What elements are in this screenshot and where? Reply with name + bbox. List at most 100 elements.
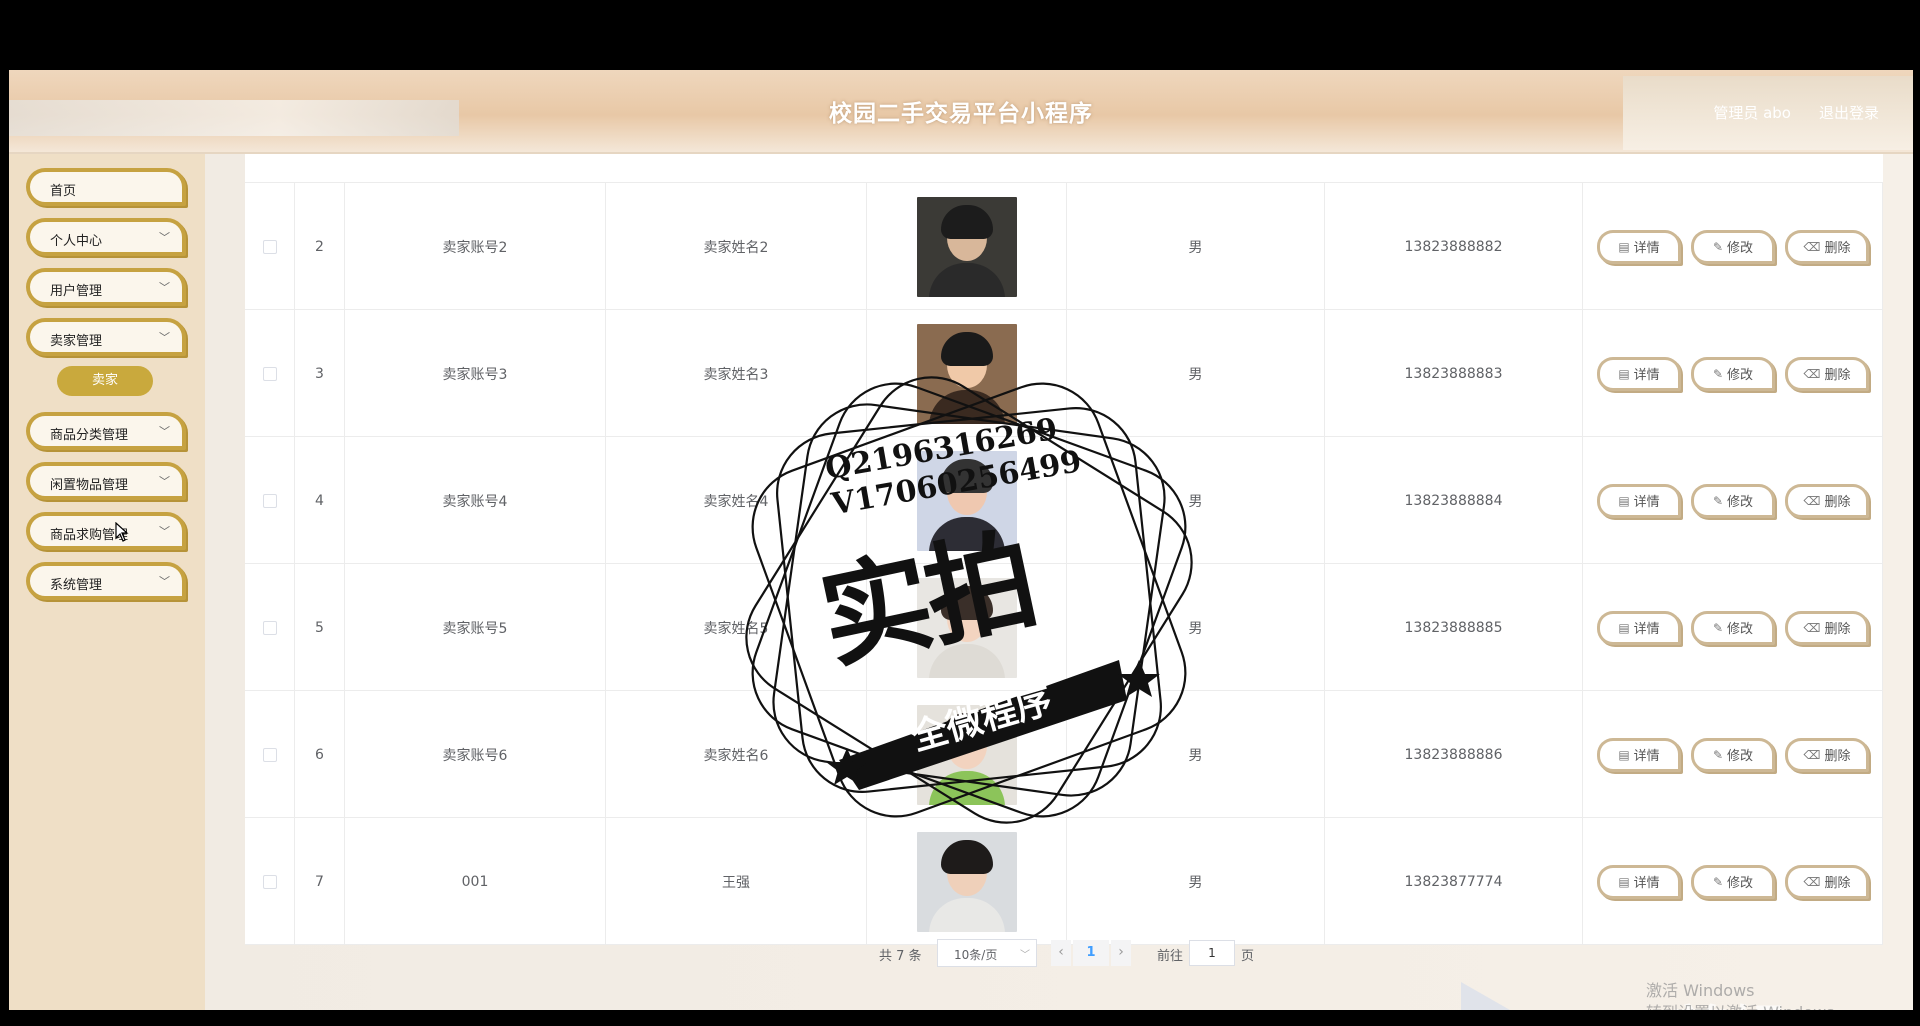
pagination: 共 7 条 10条/页 ﹀ ‹ 1 › 前往 1 页 bbox=[9, 938, 1913, 968]
delete-button-label: 删除 bbox=[1824, 495, 1851, 510]
edit-button[interactable]: ✎ 修改 bbox=[1691, 737, 1775, 772]
delete-button-label: 删除 bbox=[1824, 876, 1851, 891]
sidebar-item-seller-management[interactable]: 卖家管理 ﹀ bbox=[26, 318, 186, 356]
next-page-button[interactable]: › bbox=[1111, 940, 1131, 966]
delete-button[interactable]: ⌫ 删除 bbox=[1785, 356, 1869, 391]
row-checkbox[interactable] bbox=[262, 366, 277, 381]
delete-button[interactable]: ⌫ 删除 bbox=[1785, 610, 1869, 645]
sidebar-item-user-management[interactable]: 用户管理 ﹀ bbox=[26, 268, 186, 306]
edit-button[interactable]: ✎ 修改 bbox=[1691, 356, 1775, 391]
cell-account: 卖家账号4 bbox=[345, 437, 606, 564]
row-checkbox[interactable] bbox=[262, 493, 277, 508]
sidebar-subitem-seller[interactable]: 卖家 bbox=[57, 366, 153, 396]
sidebar-item-idle-goods-management[interactable]: 闲置物品管理 ﹀ bbox=[26, 462, 186, 500]
prev-page-button[interactable]: ‹ bbox=[1051, 940, 1071, 966]
mouse-cursor-icon bbox=[115, 522, 129, 542]
detail-button-label: 详情 bbox=[1633, 876, 1660, 891]
cell-actions: ▤ 详情 ✎ 修改 ⌫ 删除 bbox=[1583, 310, 1883, 437]
edit-button[interactable]: ✎ 修改 bbox=[1691, 483, 1775, 518]
sidebar-item-label: 个人中心 bbox=[50, 234, 103, 249]
delete-button[interactable]: ⌫ 删除 bbox=[1785, 737, 1869, 772]
chevron-down-icon: ﹀ bbox=[159, 331, 170, 344]
current-user: 管理员 abo bbox=[1713, 104, 1791, 122]
sidebar-item-purchase-request-management[interactable]: 商品求购管理 ﹀ bbox=[26, 512, 186, 550]
row-checkbox[interactable] bbox=[262, 239, 277, 254]
sidebar-item-system-management[interactable]: 系统管理 ﹀ bbox=[26, 562, 186, 600]
detail-button[interactable]: ▤ 详情 bbox=[1597, 483, 1681, 518]
row-checkbox[interactable] bbox=[262, 620, 277, 635]
pagination-total: 共 7 条 bbox=[879, 949, 922, 964]
cell-select bbox=[245, 437, 295, 564]
sidebar-item-personal-center[interactable]: 个人中心 ﹀ bbox=[26, 218, 186, 256]
edit-button-label: 修改 bbox=[1727, 368, 1754, 383]
cell-phone: 13823877774 bbox=[1325, 818, 1583, 945]
goto-label: 前往 bbox=[1157, 949, 1184, 964]
trash-icon: ⌫ bbox=[1803, 620, 1821, 635]
trash-icon: ⌫ bbox=[1803, 366, 1821, 381]
table-row: 2 卖家账号2 卖家姓名2 男 13823888882 ▤ 详情 ✎ 修改 ⌫ 删除 bbox=[245, 183, 1883, 310]
logout-button[interactable]: 退出登录 bbox=[1819, 102, 1879, 123]
delete-button-label: 删除 bbox=[1824, 622, 1851, 637]
delete-button[interactable]: ⌫ 删除 bbox=[1785, 229, 1869, 264]
cell-index: 7 bbox=[295, 818, 345, 945]
chevron-down-icon: ﹀ bbox=[159, 231, 170, 244]
document-icon: ▤ bbox=[1618, 493, 1630, 508]
seller-photo bbox=[916, 196, 1017, 297]
app-title: 校园二手交易平台小程序 bbox=[829, 101, 1093, 127]
delete-button-label: 删除 bbox=[1824, 749, 1851, 764]
detail-button[interactable]: ▤ 详情 bbox=[1597, 229, 1681, 264]
edit-button-label: 修改 bbox=[1727, 622, 1754, 637]
page-size-select[interactable]: 10条/页 ﹀ bbox=[937, 939, 1037, 967]
sidebar-item-category-management[interactable]: 商品分类管理 ﹀ bbox=[26, 412, 186, 450]
detail-button-label: 详情 bbox=[1633, 622, 1660, 637]
edit-button-label: 修改 bbox=[1727, 876, 1754, 891]
detail-button[interactable]: ▤ 详情 bbox=[1597, 356, 1681, 391]
delete-button[interactable]: ⌫ 删除 bbox=[1785, 864, 1869, 899]
trash-icon: ⌫ bbox=[1803, 239, 1821, 254]
sidebar-item-home[interactable]: 首页 bbox=[26, 168, 186, 206]
table-row-partial bbox=[245, 154, 1883, 183]
page-number-current[interactable]: 1 bbox=[1073, 940, 1109, 966]
row-checkbox[interactable] bbox=[262, 874, 277, 889]
sidebar-item-label: 商品分类管理 bbox=[50, 428, 129, 443]
cell-actions: ▤ 详情 ✎ 修改 ⌫ 删除 bbox=[1583, 818, 1883, 945]
goto-page-input[interactable]: 1 bbox=[1189, 940, 1235, 966]
sidebar-item-label: 卖家管理 bbox=[50, 334, 103, 349]
cell-select bbox=[245, 310, 295, 437]
sidebar: 首页 个人中心 ﹀ 用户管理 ﹀ 卖家管理 ﹀ 卖家 商品分类管理 ﹀ 闲置物品… bbox=[9, 154, 205, 1010]
cell-phone: 13823888883 bbox=[1325, 310, 1583, 437]
page-size-value: 10条/页 bbox=[954, 948, 998, 962]
detail-button-label: 详情 bbox=[1633, 749, 1660, 764]
cell-index: 4 bbox=[295, 437, 345, 564]
detail-button-label: 详情 bbox=[1633, 495, 1660, 510]
cell-account: 卖家账号5 bbox=[345, 564, 606, 691]
detail-button[interactable]: ▤ 详情 bbox=[1597, 864, 1681, 899]
detail-button[interactable]: ▤ 详情 bbox=[1597, 610, 1681, 645]
pencil-icon: ✎ bbox=[1712, 366, 1724, 381]
trash-icon: ⌫ bbox=[1803, 747, 1821, 762]
cell-account: 001 bbox=[345, 818, 606, 945]
sidebar-item-label: 首页 bbox=[50, 184, 77, 199]
sidebar-item-label: 闲置物品管理 bbox=[50, 478, 129, 493]
sidebar-item-label: 用户管理 bbox=[50, 284, 103, 299]
sidebar-item-label: 系统管理 bbox=[50, 578, 103, 593]
edit-button-label: 修改 bbox=[1727, 749, 1754, 764]
cell-name: 卖家姓名2 bbox=[606, 183, 867, 310]
pencil-icon: ✎ bbox=[1712, 874, 1724, 889]
edit-button[interactable]: ✎ 修改 bbox=[1691, 864, 1775, 899]
chevron-down-icon: ﹀ bbox=[159, 575, 170, 588]
document-icon: ▤ bbox=[1618, 747, 1630, 762]
delete-button-label: 删除 bbox=[1824, 241, 1851, 256]
top-header: 校园二手交易平台小程序 管理员 abo 退出登录 bbox=[9, 70, 1913, 154]
app-window: 校园二手交易平台小程序 管理员 abo 退出登录 首页 个人中心 ﹀ 用户管理 … bbox=[9, 70, 1913, 1010]
cell-phone: 13823888882 bbox=[1325, 183, 1583, 310]
row-checkbox[interactable] bbox=[262, 747, 277, 762]
delete-button[interactable]: ⌫ 删除 bbox=[1785, 483, 1869, 518]
watermark-stamp: Q2196316269 V17060256499 实拍 全微程序 bbox=[729, 360, 1209, 860]
cell-phone: 13823888886 bbox=[1325, 691, 1583, 818]
edit-button[interactable]: ✎ 修改 bbox=[1691, 610, 1775, 645]
detail-button[interactable]: ▤ 详情 bbox=[1597, 737, 1681, 772]
cell-actions: ▤ 详情 ✎ 修改 ⌫ 删除 bbox=[1583, 437, 1883, 564]
edit-button[interactable]: ✎ 修改 bbox=[1691, 229, 1775, 264]
cell-account: 卖家账号2 bbox=[345, 183, 606, 310]
